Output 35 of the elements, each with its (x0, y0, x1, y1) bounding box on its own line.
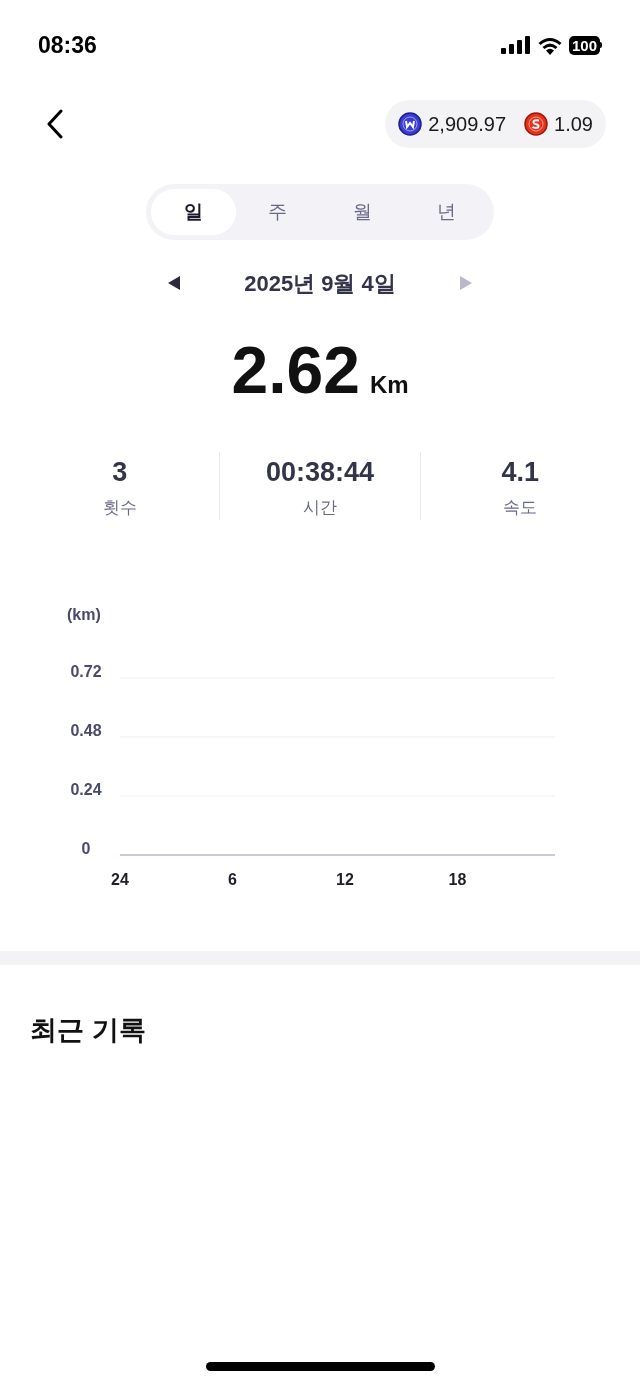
chevron-left-icon (47, 109, 63, 139)
y-tick-label: 0.72 (70, 663, 102, 680)
period-tab[interactable]: 년 (404, 189, 489, 235)
total-distance: 2.62 (231, 332, 360, 409)
previous-date-button[interactable] (166, 275, 182, 291)
stat-label: 시간 (303, 496, 337, 519)
signal-icon (500, 36, 531, 54)
x-tick-label: 24 (111, 871, 129, 888)
period-tab[interactable]: 주 (235, 189, 320, 235)
stat-value: 00:38:44 (265, 456, 375, 489)
balance-amount: 1.09 (554, 112, 593, 137)
period-tab[interactable]: 월 (320, 189, 405, 235)
x-tick-label: 12 (336, 871, 354, 888)
distance-unit: Km (369, 370, 409, 400)
y-tick-label: 0.24 (70, 781, 102, 798)
triangle-right-icon (460, 276, 472, 290)
stat-label: 속도 (503, 496, 538, 519)
triangle-left-icon (168, 276, 180, 290)
x-tick-label: 6 (228, 871, 237, 888)
x-tick-label: 18 (448, 871, 467, 888)
coin-icon (524, 112, 549, 136)
stat-value: 3 (112, 456, 128, 489)
period-tab[interactable]: 일 (151, 189, 236, 235)
axis-unit-label: (km) (67, 606, 101, 623)
status-time: 08:36 (38, 30, 97, 60)
section-title: 최근 기록 (29, 1014, 147, 1047)
y-tick-label: 0.48 (70, 722, 102, 739)
y-tick-label: 0 (81, 840, 91, 857)
wifi-icon (536, 35, 563, 55)
stat-label: 횟수 (102, 496, 137, 519)
balance-amount: 2,909.97 (428, 112, 507, 137)
coin-icon (398, 112, 423, 136)
stat-value: 4.1 (501, 456, 540, 489)
battery-level: 100 (568, 35, 600, 55)
date-label: 2025년 9월 4일 (243, 269, 397, 298)
